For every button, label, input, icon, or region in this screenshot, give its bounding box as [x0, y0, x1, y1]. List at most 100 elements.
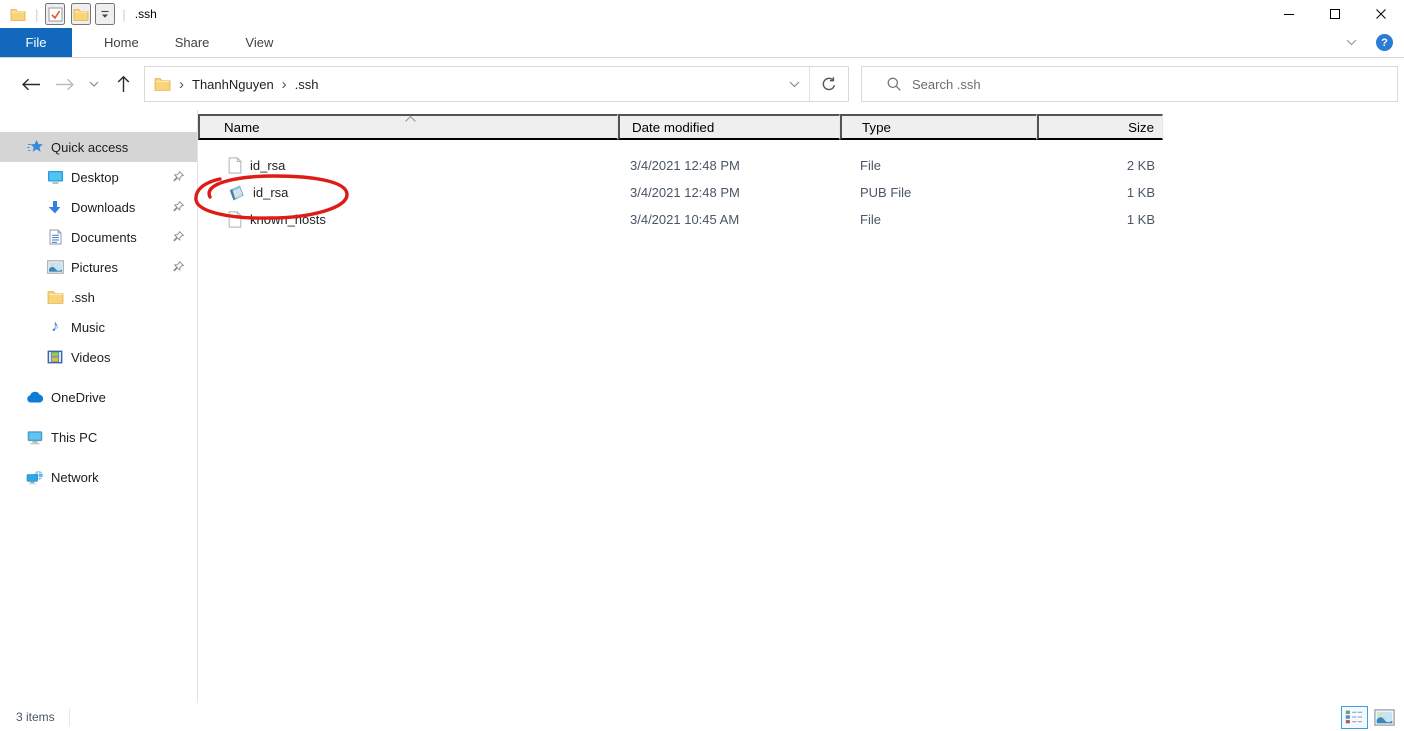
- maximize-icon: [1329, 8, 1341, 20]
- address-bar[interactable]: › ThanhNguyen › .ssh: [144, 66, 849, 102]
- sidebar-item-downloads[interactable]: Downloads: [0, 192, 197, 222]
- chevron-down-icon: [89, 81, 99, 88]
- help-button[interactable]: ?: [1376, 34, 1393, 51]
- file-date-modified: 3/4/2021 12:48 PM: [618, 185, 840, 200]
- items-count: 3 items: [16, 710, 55, 724]
- forward-button[interactable]: [48, 66, 82, 102]
- chevron-down-icon: [1346, 39, 1357, 46]
- sidebar-item-label: Videos: [71, 350, 111, 365]
- back-arrow-icon: [21, 78, 41, 91]
- navigation-toolbar: › ThanhNguyen › .ssh: [0, 58, 1404, 110]
- file-name: id_rsa: [250, 158, 285, 173]
- sort-ascending-icon: [404, 111, 417, 126]
- blank-file-icon: [228, 157, 242, 174]
- onedrive-cloud-icon: [26, 391, 44, 404]
- column-header-row: Name Date modified Type Size: [198, 110, 1404, 144]
- recent-locations-button[interactable]: [82, 66, 106, 102]
- tab-view[interactable]: View: [227, 28, 291, 57]
- sidebar-item-quick-access[interactable]: Quick access: [0, 132, 197, 162]
- column-header-size[interactable]: Size: [1037, 114, 1163, 140]
- question-mark-icon: ?: [1381, 37, 1388, 49]
- expand-ribbon-button[interactable]: [1342, 34, 1360, 52]
- file-type: PUB File: [840, 185, 1037, 200]
- sidebar-item-label: Music: [71, 320, 105, 335]
- breadcrumb-chevron-icon: ›: [179, 76, 184, 93]
- thumbnails-view-button[interactable]: [1371, 706, 1398, 729]
- back-button[interactable]: [14, 66, 48, 102]
- sidebar-item-documents[interactable]: Documents: [0, 222, 197, 252]
- file-name: known_hosts: [250, 212, 326, 227]
- file-row-known-hosts[interactable]: known_hosts 3/4/2021 10:45 AM File 1 KB: [198, 206, 1404, 233]
- folder-icon: [154, 77, 171, 91]
- folder-icon: [46, 290, 64, 304]
- sidebar-item-label: Network: [51, 470, 99, 485]
- file-size: 2 KB: [1037, 158, 1163, 173]
- close-button[interactable]: [1358, 0, 1404, 28]
- sidebar-item-label: Desktop: [71, 170, 119, 185]
- search-input[interactable]: [912, 67, 1397, 101]
- file-explorer-window: | | .ssh File Home Share View: [0, 0, 1404, 731]
- thumbnails-view-icon: [1374, 709, 1395, 726]
- sidebar-item-this-pc[interactable]: This PC: [0, 422, 197, 452]
- address-dropdown-button[interactable]: [779, 67, 809, 101]
- sidebar-item-videos[interactable]: Videos: [0, 342, 197, 372]
- refresh-icon: [821, 76, 837, 92]
- search-box: [861, 66, 1398, 102]
- sidebar-item-label: Quick access: [51, 140, 128, 155]
- file-rows: id_rsa 3/4/2021 12:48 PM File 2 KB id_rs…: [198, 144, 1404, 233]
- tab-share[interactable]: Share: [157, 28, 228, 57]
- sidebar-item-music[interactable]: ♪ Music: [0, 312, 197, 342]
- file-row-id-rsa-pub[interactable]: id_rsa 3/4/2021 12:48 PM PUB File 1 KB: [198, 179, 1404, 206]
- minimize-button[interactable]: [1266, 0, 1312, 28]
- up-button[interactable]: [106, 66, 140, 102]
- computer-icon: [26, 430, 44, 445]
- file-date-modified: 3/4/2021 10:45 AM: [618, 212, 840, 227]
- pin-icon: [172, 260, 185, 276]
- qat-new-folder-button[interactable]: [71, 3, 91, 25]
- desktop-icon: [46, 170, 64, 184]
- forward-arrow-icon: [55, 78, 75, 91]
- file-name: id_rsa: [253, 185, 288, 200]
- close-icon: [1375, 8, 1387, 20]
- title-bar: | | .ssh: [0, 0, 1404, 28]
- sidebar-item-onedrive[interactable]: OneDrive: [0, 382, 197, 412]
- sidebar-item-desktop[interactable]: Desktop: [0, 162, 197, 192]
- pin-icon: [172, 230, 185, 246]
- videos-film-icon: [46, 350, 64, 364]
- minimize-icon: [1283, 8, 1295, 20]
- picture-icon: [46, 260, 64, 274]
- details-view-button[interactable]: [1341, 706, 1368, 729]
- status-separator: [69, 709, 70, 726]
- maximize-button[interactable]: [1312, 0, 1358, 28]
- sidebar-item-ssh[interactable]: .ssh: [0, 282, 197, 312]
- titlebar-separator: |: [35, 7, 38, 22]
- document-icon: [46, 229, 64, 245]
- file-row-id-rsa[interactable]: id_rsa 3/4/2021 12:48 PM File 2 KB: [198, 152, 1404, 179]
- column-header-date-modified[interactable]: Date modified: [618, 114, 840, 140]
- titlebar-separator: |: [122, 7, 125, 22]
- quick-access-star-icon: [26, 139, 44, 155]
- breadcrumb-thanhnguyen[interactable]: ThanhNguyen: [192, 77, 274, 92]
- blank-file-icon: [228, 211, 242, 228]
- pin-icon: [172, 200, 185, 216]
- main-area: Quick access Desktop Downloads: [0, 110, 1404, 703]
- window-folder-icon: [8, 3, 28, 25]
- refresh-button[interactable]: [809, 67, 848, 101]
- up-arrow-icon: [117, 75, 130, 93]
- search-icon: [886, 76, 902, 92]
- notepad-file-icon: [228, 184, 245, 201]
- music-note-icon: ♪: [46, 319, 64, 335]
- navigation-pane: Quick access Desktop Downloads: [0, 110, 198, 703]
- tab-home[interactable]: Home: [86, 28, 157, 57]
- sidebar-item-label: Pictures: [71, 260, 118, 275]
- qat-customize-dropdown[interactable]: [95, 3, 115, 25]
- breadcrumb-ssh[interactable]: .ssh: [295, 77, 319, 92]
- downloads-arrow-icon: [46, 200, 64, 215]
- column-header-type[interactable]: Type: [840, 114, 1037, 140]
- qat-properties-button[interactable]: [45, 3, 65, 25]
- tab-file[interactable]: File: [0, 28, 72, 57]
- sidebar-item-pictures[interactable]: Pictures: [0, 252, 197, 282]
- network-icon: [26, 470, 44, 485]
- file-type: File: [840, 212, 1037, 227]
- sidebar-item-network[interactable]: Network: [0, 462, 197, 492]
